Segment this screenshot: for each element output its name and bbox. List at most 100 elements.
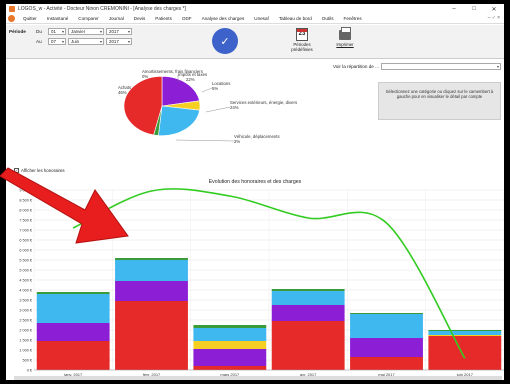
evolution-chart: 0 € 500 € 1 000 € 1 500 € 2 000 € 2 500 € 3 00… (19, 188, 504, 377)
menu-quitter[interactable]: Quitter (18, 16, 42, 21)
y-tick-label: 4 500 € (19, 279, 33, 283)
calendar-day: 23 (298, 31, 306, 37)
horizontal-scrollbar[interactable] (14, 376, 502, 380)
bar-segment (36, 292, 110, 294)
bar-segment (350, 338, 423, 357)
chevron-down-icon: ▾ (127, 29, 130, 34)
app-icon (9, 6, 15, 12)
y-tick-label: 4 000 € (19, 289, 33, 293)
pie-percent-label: 0% (142, 74, 148, 79)
bar-segment (271, 305, 345, 321)
y-tick-label: 6 500 € (19, 239, 33, 243)
y-tick-label: 5 500 € (19, 259, 33, 263)
menu-tableau-de-bord[interactable]: Tableau de bord (274, 16, 317, 21)
pie-leader-line (205, 106, 231, 113)
title-bar: LOGOS_w - Activité - Docteur Ninon CREMO… (6, 4, 504, 14)
menu-analyse-charges[interactable]: Analyse des charges (197, 16, 250, 21)
bar-segment (428, 336, 502, 370)
print-button[interactable]: Imprimer (332, 27, 358, 47)
y-tick-label: 500 € (22, 359, 32, 363)
bar-segment (36, 341, 110, 370)
check-icon: ✓ (220, 35, 230, 48)
to-month-value: Juin (71, 39, 80, 44)
bar-segment (193, 366, 267, 370)
to-year-value: 2017 (109, 39, 119, 44)
bar-segment (271, 291, 345, 305)
print-label: Imprimer (336, 42, 354, 47)
show-fees-checkbox[interactable]: ✓ (14, 168, 19, 173)
bar-segment (193, 349, 267, 366)
menu-journal[interactable]: Journal (104, 16, 129, 21)
chevron-down-icon: ▾ (99, 29, 102, 34)
menu-instantane[interactable]: Instantané (42, 16, 73, 21)
maximize-button[interactable]: □ (466, 4, 482, 14)
from-month-value: Janvier (71, 29, 86, 34)
chevron-down-icon: ▾ (496, 64, 499, 69)
from-year-value: 2017 (109, 29, 119, 34)
minimize-button[interactable]: – (446, 4, 462, 14)
chevron-down-icon: ▾ (61, 39, 64, 44)
bar-segment (428, 331, 502, 335)
distribution-select[interactable]: ▾ (381, 63, 501, 70)
predefined-periods-label: Périodes prédéfinies (291, 42, 313, 52)
y-tick-label: 0 € (27, 369, 33, 373)
validate-button[interactable]: ✓ (212, 28, 238, 54)
menu-odf[interactable]: ODF (177, 16, 197, 21)
pie-leader-line (201, 87, 213, 93)
calendar-icon: 23 (296, 28, 308, 41)
close-button[interactable]: ✕ (486, 4, 502, 14)
evolution-chart-panel: Evolution des honoraires et des charges … (6, 176, 504, 380)
menu-comparer[interactable]: Comparer (73, 16, 103, 21)
pie-chart[interactable]: Amortissements, frais financiers0% Impôts… (6, 60, 378, 168)
pie-leader-line (175, 139, 235, 142)
main-content: Amortissements, frais financiers 0% Impôts… (6, 60, 504, 380)
show-fees-checkbox-row[interactable]: ✓ Afficher les honoraires (14, 168, 65, 173)
printer-icon (339, 27, 351, 40)
predefined-periods-button[interactable]: 23 Périodes prédéfinies (282, 28, 322, 52)
y-tick-label: 2 000 € (19, 329, 33, 333)
y-tick-label: 3 000 € (19, 309, 33, 313)
from-year-select[interactable]: 2017 ▾ (106, 28, 132, 35)
from-day-value: 01 (51, 29, 56, 34)
to-day-select[interactable]: 07 ▾ (48, 38, 66, 45)
from-day-select[interactable]: 01 ▾ (48, 28, 66, 35)
menu-bar: Quitter Instantané Comparer Journal Devi… (6, 14, 504, 24)
from-month-select[interactable]: Janvier ▾ (68, 28, 104, 35)
menu-fenetres[interactable]: Fenêtres (339, 16, 367, 21)
pie-percent-label: 46% (118, 90, 127, 95)
bar-segment (115, 281, 188, 301)
y-tick-label: 8 000 € (19, 209, 33, 213)
bar-segment (193, 325, 267, 328)
to-month-select[interactable]: Juin ▾ (68, 38, 104, 45)
menu-outils[interactable]: Outils (317, 16, 339, 21)
pie-percent-label: 24% (230, 105, 239, 110)
app-window: LOGOS_w - Activité - Docteur Ninon CREMO… (6, 4, 504, 380)
y-tick-label: 9 000 € (19, 189, 33, 193)
bar-segment (428, 330, 502, 331)
chevron-down-icon: ▾ (61, 29, 64, 34)
bar-segment (428, 335, 502, 336)
chevron-down-icon: ▾ (99, 39, 102, 44)
y-tick-label: 3 500 € (19, 299, 33, 303)
pie-percent-label: 5% (212, 86, 218, 91)
pie-label: Services extérieurs, énergie, divers (230, 100, 297, 105)
menu-unesaf[interactable]: Unesaf (249, 16, 274, 21)
y-tick-label: 5 000 € (19, 269, 33, 273)
bar-segment (115, 258, 188, 260)
distribution-label: Voir la répartition de ... (333, 64, 379, 69)
to-year-select[interactable]: 2017 ▾ (106, 38, 132, 45)
bar-segment (350, 357, 423, 370)
to-label: Au (36, 39, 42, 44)
menu-devis[interactable]: Devis (129, 16, 151, 21)
y-tick-label: 8 500 € (19, 199, 33, 203)
bar-segment (193, 328, 267, 341)
bar-segment (36, 323, 110, 341)
mdi-window-controls[interactable]: – ♂ × (488, 15, 500, 21)
bar-segment (271, 321, 345, 370)
window-title: LOGOS_w - Activité - Docteur Ninon CREMO… (18, 6, 186, 12)
y-tick-label: 6 000 € (19, 249, 33, 253)
bar-segment (271, 289, 345, 291)
logo-icon (8, 15, 15, 22)
bar-segment (36, 294, 110, 323)
menu-patients[interactable]: Patients (150, 16, 177, 21)
